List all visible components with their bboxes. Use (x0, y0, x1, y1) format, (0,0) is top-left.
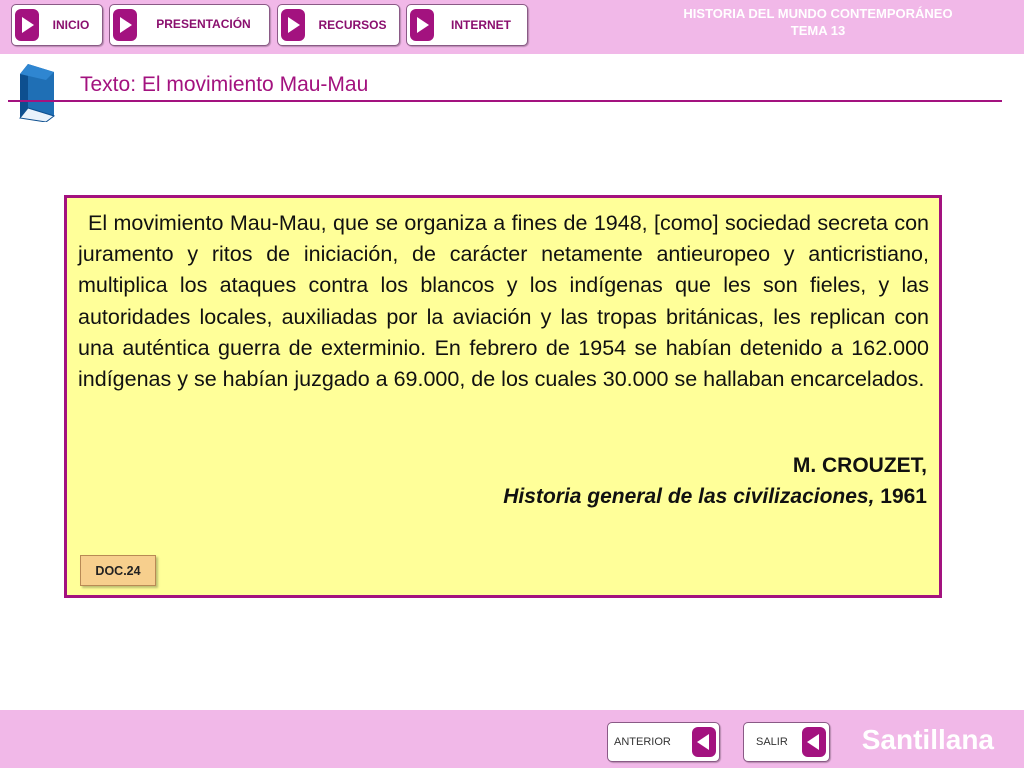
document-author: M. CROUZET, (792, 454, 927, 477)
top-nav-bar: INICIO PRESENTACIÓN RECURSOS INTERNET HI… (0, 0, 1024, 54)
nav-button-label: INTERNET (451, 18, 511, 32)
course-title: HISTORIA DEL MUNDO CONTEMPORÁNEO TEMA 13 (628, 5, 1008, 39)
document-source: Historia general de las civilizaciones, … (503, 485, 927, 509)
previous-button[interactable]: ANTERIOR (607, 722, 720, 762)
nav-button-inicio[interactable]: INICIO (11, 4, 103, 46)
previous-button-label: ANTERIOR (614, 736, 671, 748)
back-arrow-icon (692, 727, 716, 757)
book-icon (19, 64, 56, 122)
nav-button-presentacion[interactable]: PRESENTACIÓN (109, 4, 270, 46)
exit-button-label: SALIR (756, 736, 788, 748)
nav-button-label: INICIO (52, 18, 90, 32)
nav-button-label: RECURSOS (318, 18, 387, 32)
brand-logo: Santillana (861, 724, 994, 755)
nav-button-label: PRESENTACIÓN (156, 17, 251, 31)
course-title-line1: HISTORIA DEL MUNDO CONTEMPORÁNEO (683, 6, 953, 21)
source-year: 1961 (874, 485, 927, 508)
nav-button-internet[interactable]: INTERNET (406, 4, 528, 46)
page-title: Texto: El movimiento Mau-Mau (80, 73, 369, 96)
document-box: El movimiento Mau-Mau, que se organiza a… (64, 195, 942, 598)
document-number-badge: DOC.24 (80, 555, 156, 586)
play-arrow-icon (15, 9, 39, 41)
exit-button[interactable]: SALIR (743, 722, 830, 762)
document-text: El movimiento Mau-Mau, que se organiza a… (78, 211, 929, 392)
play-arrow-icon (410, 9, 434, 41)
back-arrow-icon (802, 727, 826, 757)
play-arrow-icon (281, 9, 305, 41)
play-arrow-icon (113, 9, 137, 41)
nav-button-recursos[interactable]: RECURSOS (277, 4, 400, 46)
source-book-title: Historia general de las civilizaciones, (503, 485, 875, 508)
course-title-line2: TEMA 13 (790, 23, 846, 38)
bottom-bar: ANTERIOR SALIR Santillana (0, 710, 1024, 768)
title-divider (8, 100, 1002, 102)
